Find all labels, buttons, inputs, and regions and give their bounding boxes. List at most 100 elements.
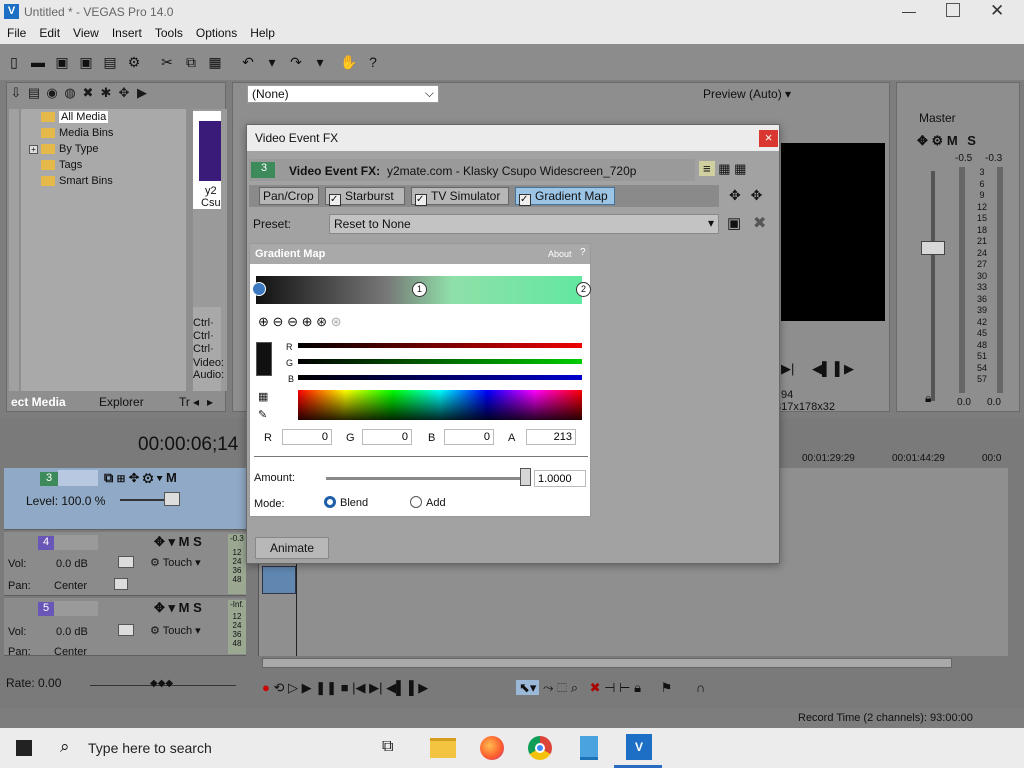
amount-slider-thumb[interactable] bbox=[520, 468, 531, 486]
mode-add-radio[interactable]: Add bbox=[410, 496, 446, 509]
vol-slider-thumb[interactable] bbox=[118, 624, 134, 636]
menu-view[interactable]: View bbox=[66, 24, 105, 40]
menu-tools[interactable]: Tools bbox=[148, 24, 189, 40]
spread-icon[interactable]: ⊛ bbox=[316, 314, 327, 329]
next-frame-icon[interactable]: ▌▶ bbox=[409, 680, 428, 695]
track-header-audio-5[interactable]: 5 Vol: 0.0 dB Pan: Center ⚙ Touch ▾ ✥ ▾ … bbox=[4, 598, 246, 658]
fx-icon[interactable]: ✱ bbox=[97, 85, 115, 101]
search-box[interactable]: ⌕ Type here to search bbox=[48, 728, 370, 768]
add-fx-icon[interactable]: ✥ bbox=[729, 187, 741, 203]
stop-icon[interactable]: ■ bbox=[341, 680, 349, 695]
hand-icon[interactable]: ✋ bbox=[340, 53, 358, 71]
normal-edit-tool-icon[interactable]: ⬉▾ bbox=[516, 680, 540, 695]
track-name-field[interactable] bbox=[54, 535, 98, 550]
import-icon[interactable]: ⇩ bbox=[7, 85, 25, 101]
prev-frame-icon[interactable]: ◀▌ bbox=[812, 361, 831, 376]
redo-dropdown-icon[interactable]: ▾ bbox=[311, 53, 329, 71]
new-icon[interactable]: ▯ bbox=[5, 53, 23, 71]
gear-icon[interactable]: ⚙ bbox=[143, 470, 154, 485]
mute-button[interactable]: M bbox=[179, 600, 190, 615]
undo-icon[interactable]: ↶ bbox=[239, 53, 257, 71]
capture-icon[interactable]: ▤ bbox=[25, 85, 43, 101]
preview-filter-dropdown[interactable]: (None) ⌵ bbox=[247, 85, 439, 103]
list-view-icon[interactable]: ≡ bbox=[699, 161, 715, 176]
g-value-field[interactable] bbox=[362, 429, 412, 445]
gradient-marker-mid[interactable]: 1 bbox=[412, 282, 427, 297]
automation-mode[interactable]: ⚙ Touch ▾ bbox=[150, 624, 201, 637]
compositing-icon[interactable]: ⊞ bbox=[117, 470, 125, 485]
preview-mode-dropdown[interactable]: Preview (Auto) ▾ bbox=[703, 87, 791, 101]
tree-item-media-bins[interactable]: Media Bins bbox=[21, 125, 186, 141]
track-header-video-3[interactable]: 3 Level: 100.0 % ⧉ ⊞ ✥ ⚙ ▾ M bbox=[4, 468, 246, 530]
reset-icon[interactable]: ⊛ bbox=[331, 314, 342, 329]
file-explorer-icon[interactable] bbox=[430, 738, 456, 758]
timeline-hscroll[interactable] bbox=[262, 658, 952, 668]
fx-icon[interactable]: ✥ bbox=[154, 534, 165, 549]
cut-icon[interactable]: ✂ bbox=[158, 53, 176, 71]
remove-fx-icon[interactable]: ✥ bbox=[751, 187, 763, 203]
mute-button[interactable]: M bbox=[166, 470, 177, 485]
move-right-icon[interactable]: ⊕ bbox=[302, 314, 313, 329]
solo-button[interactable]: S bbox=[193, 600, 202, 615]
chrome-icon[interactable] bbox=[528, 736, 552, 760]
tree-item-by-type[interactable]: + By Type bbox=[21, 141, 186, 157]
fx-chain-tv-simulator[interactable]: ✓ TV Simulator bbox=[411, 187, 509, 206]
r-value-field[interactable] bbox=[282, 429, 332, 445]
firefox-icon[interactable] bbox=[480, 736, 504, 760]
menu-insert[interactable]: Insert bbox=[105, 24, 148, 40]
tree-item-tags[interactable]: Tags bbox=[21, 157, 186, 173]
open-icon[interactable]: ▬ bbox=[29, 53, 47, 71]
redo-icon[interactable]: ↷ bbox=[287, 53, 305, 71]
fx-chain-gradient-map[interactable]: ✓ Gradient Map bbox=[515, 187, 615, 206]
master-solo-button[interactable]: S bbox=[967, 133, 976, 148]
lock-icon[interactable]: 🔒︎ bbox=[634, 680, 641, 695]
track-level-thumb[interactable] bbox=[164, 492, 180, 506]
track-header-audio-4[interactable]: 4 Vol: 0.0 dB Pan: Center ⚙ Touch ▾ ✥ ▾ … bbox=[4, 532, 246, 596]
next-frame-icon[interactable]: ▶| bbox=[781, 361, 794, 376]
pause-icon[interactable]: ❚❚ bbox=[315, 680, 337, 695]
menu-edit[interactable]: Edit bbox=[32, 24, 66, 40]
undo-dropdown-icon[interactable]: ▾ bbox=[263, 53, 281, 71]
remove-point-icon[interactable]: ⊖ bbox=[273, 314, 284, 329]
zoom-tool-icon[interactable]: ⌕ bbox=[571, 680, 578, 695]
windows-start-icon[interactable] bbox=[16, 740, 32, 756]
go-start-icon[interactable]: |◀ bbox=[352, 680, 365, 695]
lock-icon[interactable]: 🔒︎ bbox=[925, 391, 931, 406]
a-value-field[interactable] bbox=[526, 429, 576, 445]
vol-slider-thumb[interactable] bbox=[118, 556, 134, 568]
task-view-icon[interactable]: ⧉ bbox=[382, 738, 393, 756]
maximize-button[interactable] bbox=[946, 3, 960, 17]
slider-b[interactable] bbox=[298, 375, 582, 380]
close-window-button[interactable]: ✕ bbox=[990, 1, 1004, 21]
checkbox-icon[interactable]: ✓ bbox=[415, 194, 427, 206]
eyedropper-icon[interactable]: ✎ bbox=[258, 408, 267, 421]
audio-event[interactable] bbox=[262, 566, 296, 594]
amount-slider-track[interactable] bbox=[326, 477, 526, 480]
tab-explorer[interactable]: Explorer bbox=[99, 395, 144, 409]
play-from-start-icon[interactable]: ▷ bbox=[288, 680, 298, 695]
b-value-field[interactable] bbox=[444, 429, 494, 445]
mute-button[interactable]: M bbox=[179, 534, 190, 549]
master-fader-track[interactable] bbox=[931, 171, 935, 401]
slider-r[interactable] bbox=[298, 343, 582, 348]
render-icon[interactable]: ▤ bbox=[101, 53, 119, 71]
snap-icon[interactable]: ∩ bbox=[696, 680, 705, 695]
properties-icon[interactable]: ⚙ bbox=[125, 53, 143, 71]
trim-icon[interactable]: ⊣ bbox=[604, 680, 615, 695]
master-fader-handle[interactable] bbox=[921, 241, 945, 255]
fx-chain-starburst[interactable]: ✓ Starburst bbox=[325, 187, 405, 206]
marker-icon[interactable]: ⚑ bbox=[661, 680, 673, 695]
pan-slider-thumb[interactable] bbox=[114, 578, 128, 590]
loop-icon[interactable]: ⟲ bbox=[273, 680, 284, 695]
add-point-icon[interactable]: ⊕ bbox=[258, 314, 269, 329]
prev-frame-icon[interactable]: ◀▌ bbox=[386, 680, 405, 695]
tree-scrollbar[interactable] bbox=[9, 109, 19, 391]
tab-transitions[interactable]: Tr bbox=[179, 395, 190, 409]
fx-icon[interactable]: ✥ bbox=[917, 133, 928, 148]
fx-chain-panpop[interactable]: Pan/Crop bbox=[259, 187, 319, 205]
play-icon[interactable]: ▶ bbox=[133, 85, 151, 101]
notepad-icon[interactable] bbox=[580, 736, 598, 760]
delete-preset-icon[interactable]: ✖ bbox=[753, 213, 766, 233]
record-icon[interactable]: ● bbox=[262, 680, 270, 695]
palette-icon[interactable]: ▦ bbox=[258, 390, 268, 403]
